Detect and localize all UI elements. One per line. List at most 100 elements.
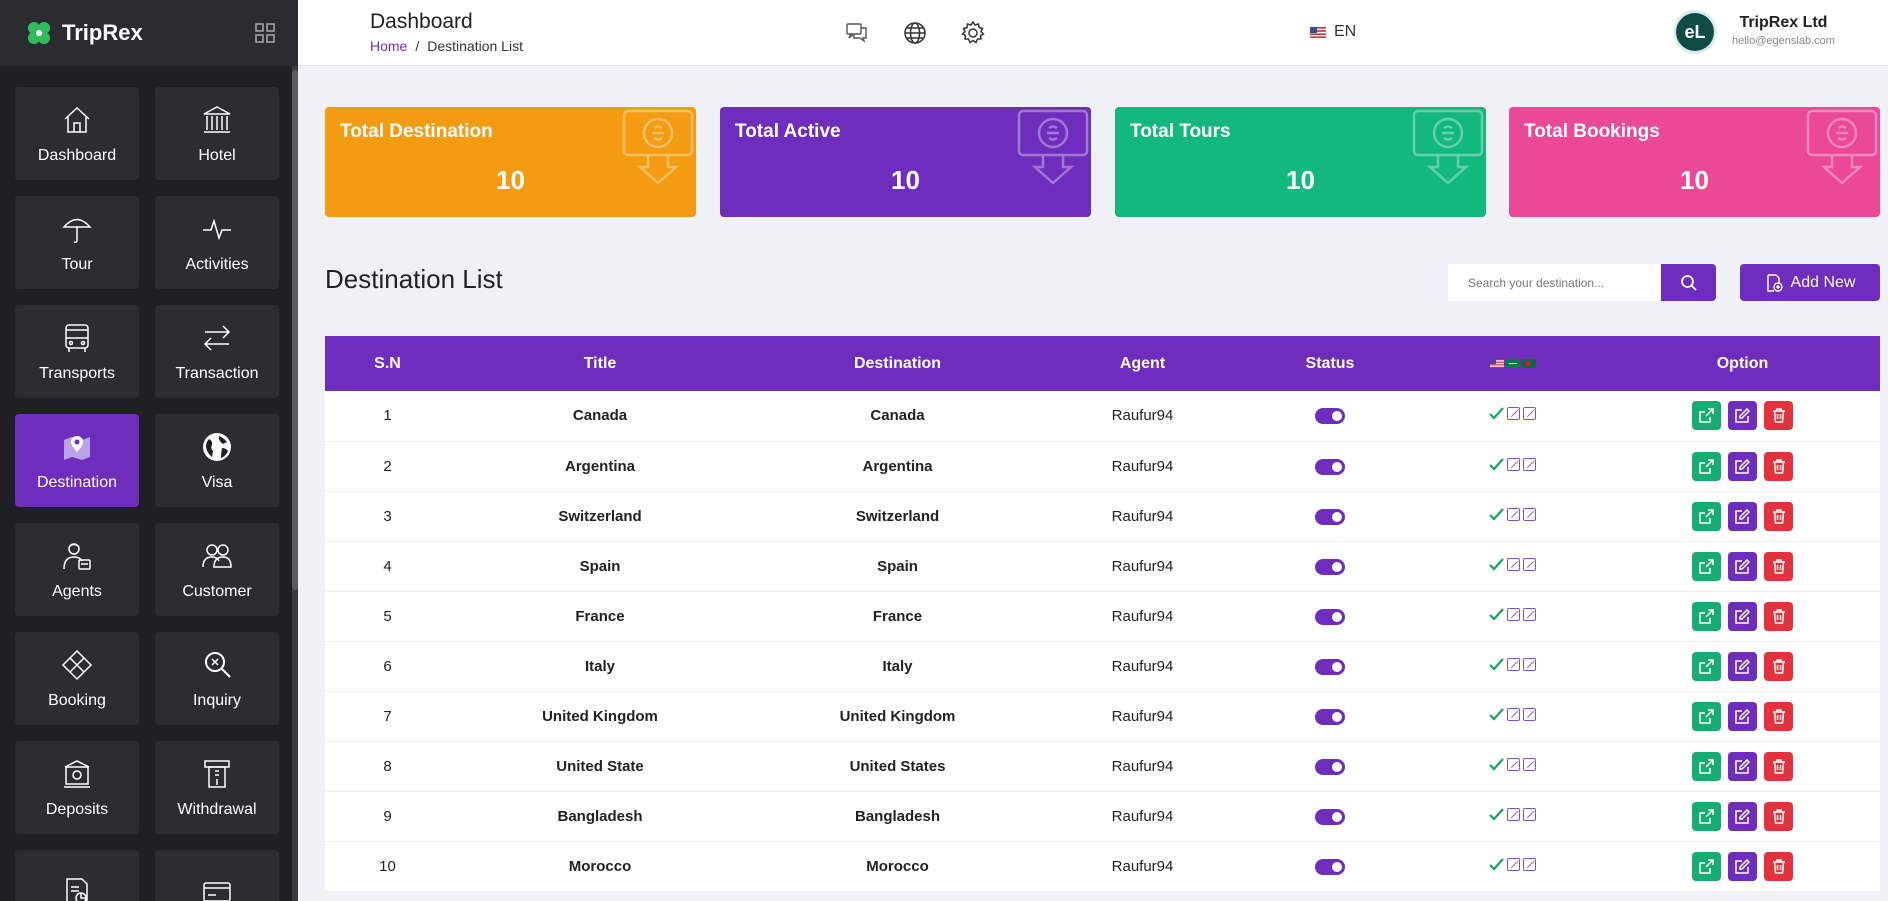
view-button[interactable] [1692,601,1721,631]
status-toggle[interactable] [1315,508,1345,525]
column-header-status[interactable]: Status [1240,336,1420,391]
view-button[interactable] [1692,801,1721,831]
edit-translation-icon[interactable] [1507,457,1520,471]
sidebar-item-tour[interactable]: Tour [15,196,139,289]
edit-translation-icon[interactable] [1523,657,1536,671]
sidebar-item-dashboard[interactable]: Dashboard [15,87,139,180]
sidebar-scrollbar-thumb[interactable] [292,70,298,590]
page-title: Dashboard [370,10,473,33]
status-toggle[interactable] [1315,608,1345,625]
view-button[interactable] [1692,451,1721,481]
sidebar-item-hotel[interactable]: Hotel [155,87,279,180]
delete-button[interactable] [1764,451,1793,481]
status-toggle[interactable] [1315,408,1345,425]
column-header-agent[interactable]: Agent [1045,336,1240,391]
edit-button[interactable] [1728,601,1757,631]
cell-status [1240,741,1420,791]
view-button[interactable] [1692,851,1721,881]
edit-translation-icon[interactable] [1523,607,1536,621]
edit-button[interactable] [1728,801,1757,831]
view-button[interactable] [1692,551,1721,581]
edit-translation-icon[interactable] [1523,557,1536,571]
edit-translation-icon[interactable] [1523,757,1536,771]
delete-button[interactable] [1764,751,1793,781]
status-toggle[interactable] [1315,458,1345,475]
edit-translation-icon[interactable] [1523,457,1536,471]
edit-translation-icon[interactable] [1507,757,1520,771]
edit-translation-icon[interactable] [1507,557,1520,571]
status-toggle[interactable] [1315,758,1345,775]
sidebar-item-destination[interactable]: Destination [15,414,139,507]
sidebar-item-inquiry[interactable]: Inquiry [155,632,279,725]
sidebar-header: TripRex [0,0,298,66]
account-info[interactable]: TripRex Ltd hello@egenslab.com [1732,14,1835,47]
sidebar-item-label: Destination [36,473,118,491]
avatar[interactable]: eL [1676,13,1714,51]
sidebar-item-deposits[interactable]: Deposits [15,741,139,834]
language-selector[interactable]: EN [1310,23,1356,41]
delete-button[interactable] [1764,501,1793,531]
edit-button[interactable] [1728,651,1757,681]
edit-translation-icon[interactable] [1523,407,1536,421]
edit-translation-icon[interactable] [1507,707,1520,721]
edit-button[interactable] [1728,451,1757,481]
edit-translation-icon[interactable] [1523,857,1536,871]
sidebar-item-withdrawal[interactable]: Withdrawal [155,741,279,834]
edit-translation-icon[interactable] [1507,857,1520,871]
edit-translation-icon[interactable] [1523,707,1536,721]
edit-button[interactable] [1728,551,1757,581]
delete-button[interactable] [1764,851,1793,881]
sidebar-item-customer[interactable]: Customer [155,523,279,616]
edit-button[interactable] [1728,751,1757,781]
status-toggle[interactable] [1315,858,1345,875]
delete-button[interactable] [1764,601,1793,631]
sidebar-item-visa[interactable]: Visa [155,414,279,507]
search-button[interactable] [1661,264,1716,301]
grid-menu-icon[interactable] [254,22,276,44]
sidebar-item-reports[interactable] [15,850,139,901]
edit-translation-icon[interactable] [1523,807,1536,821]
globe-language-icon[interactable] [902,20,928,46]
chat-icon[interactable] [844,20,870,46]
add-new-button[interactable]: Add New [1740,264,1880,301]
sidebar-item-activities[interactable]: Activities [155,196,279,289]
sidebar-item-booking[interactable]: Booking [15,632,139,725]
column-header-destination[interactable]: Destination [750,336,1045,391]
delete-button[interactable] [1764,801,1793,831]
delete-button[interactable] [1764,551,1793,581]
edit-translation-icon[interactable] [1507,407,1520,421]
sidebar-item-transaction[interactable]: Transaction [155,305,279,398]
edit-translation-icon[interactable] [1507,657,1520,671]
delete-button[interactable] [1764,401,1793,431]
edit-button[interactable] [1728,501,1757,531]
delete-button[interactable] [1764,701,1793,731]
settings-gear-icon[interactable] [960,20,986,46]
column-header-title[interactable]: Title [450,336,750,391]
edit-button[interactable] [1728,851,1757,881]
edit-button[interactable] [1728,701,1757,731]
view-button[interactable] [1692,501,1721,531]
us-flag-icon [1489,358,1504,368]
view-button[interactable] [1692,751,1721,781]
logo[interactable]: TripRex [24,18,143,48]
edit-translation-icon[interactable] [1523,507,1536,521]
edit-translation-icon[interactable] [1507,507,1520,521]
edit-translation-icon[interactable] [1507,807,1520,821]
view-button[interactable] [1692,701,1721,731]
status-toggle[interactable] [1315,658,1345,675]
sidebar-item-transports[interactable]: Transports [15,305,139,398]
breadcrumb-home-link[interactable]: Home [370,38,407,54]
view-button[interactable] [1692,651,1721,681]
search-input[interactable] [1448,264,1661,301]
edit-translation-icon[interactable] [1507,607,1520,621]
column-header-sn[interactable]: S.N [325,336,450,391]
status-toggle[interactable] [1315,708,1345,725]
delete-button[interactable] [1764,651,1793,681]
edit-button[interactable] [1728,401,1757,431]
column-header-option[interactable]: Option [1605,336,1880,391]
view-button[interactable] [1692,401,1721,431]
sidebar-item-cards[interactable] [155,850,279,901]
status-toggle[interactable] [1315,558,1345,575]
status-toggle[interactable] [1315,808,1345,825]
sidebar-item-agents[interactable]: Agents [15,523,139,616]
